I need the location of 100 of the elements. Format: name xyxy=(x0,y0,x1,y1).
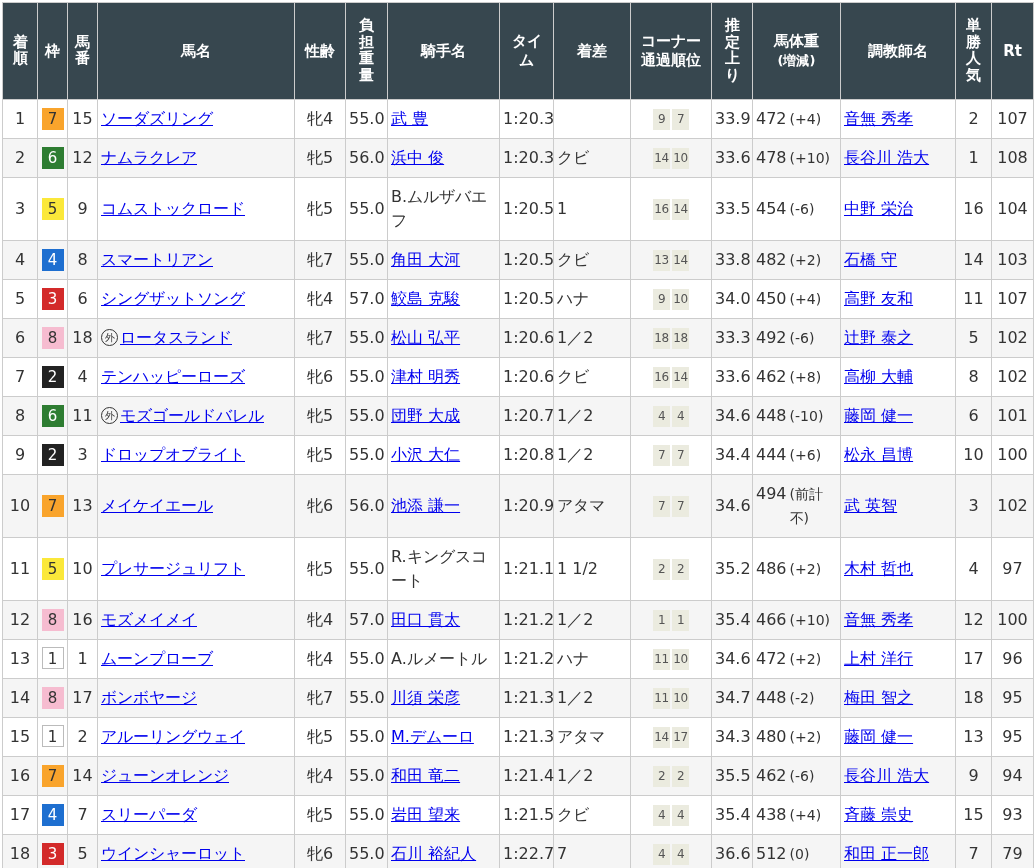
win-popularity: 17 xyxy=(955,639,992,679)
rating: 107 xyxy=(991,279,1034,319)
margin: ハナ xyxy=(553,639,631,679)
finish-position: 2 xyxy=(2,138,38,178)
corner-position: 7 xyxy=(653,444,670,466)
body-weight: 512 xyxy=(756,843,787,865)
margin: 1／2 xyxy=(553,435,631,475)
jockey-link[interactable]: 池添 謙一 xyxy=(391,496,461,515)
horse-number: 13 xyxy=(67,474,98,538)
finish-position: 17 xyxy=(2,795,38,835)
win-popularity: 12 xyxy=(955,600,992,640)
last-3f-time: 33.8 xyxy=(711,240,753,280)
column-header: 馬番 xyxy=(67,2,98,100)
margin: ハナ xyxy=(553,279,631,319)
frame-number-badge: 1 xyxy=(41,725,64,747)
finish-position: 3 xyxy=(2,177,38,241)
sex-age: 牝5 xyxy=(294,717,346,757)
body-weight: 450 xyxy=(756,288,787,310)
sex-age: 牝7 xyxy=(294,678,346,718)
corner-position: 14 xyxy=(653,147,670,169)
last-3f-time: 34.6 xyxy=(711,474,753,538)
weight-change: (-2) xyxy=(789,689,815,708)
body-weight: 454 xyxy=(756,198,787,220)
jockey-link[interactable]: 武 豊 xyxy=(391,109,429,128)
margin: 1／2 xyxy=(553,756,631,796)
finish-position: 1 xyxy=(2,99,38,139)
finish-time: 1:21.2 xyxy=(499,639,554,679)
horse-number: 8 xyxy=(67,240,98,280)
column-header: 騎手名 xyxy=(387,2,500,100)
win-popularity: 2 xyxy=(955,99,992,139)
jockey-name: B.ムルザバエフ xyxy=(391,187,488,230)
corner-position: 4 xyxy=(653,843,670,865)
margin: 1 xyxy=(553,177,631,241)
frame-number-badge: 7 xyxy=(41,765,64,787)
win-popularity: 4 xyxy=(955,537,992,601)
carried-weight: 55.0 xyxy=(345,537,388,601)
rating: 102 xyxy=(991,357,1034,397)
column-header: 馬名 xyxy=(97,2,295,100)
corner-position: 2 xyxy=(653,765,670,787)
sex-age: 牝5 xyxy=(294,795,346,835)
horse-number: 7 xyxy=(67,795,98,835)
corner-position: 16 xyxy=(653,366,670,388)
win-popularity: 3 xyxy=(955,474,992,538)
trainer-link[interactable]: 中野 栄治 xyxy=(844,199,914,218)
weight-change: (-6) xyxy=(789,767,815,786)
horse-name-link[interactable]: メイケイエール xyxy=(101,496,213,515)
weight-change: (+4) xyxy=(789,806,822,825)
horse-number: 2 xyxy=(67,717,98,757)
last-3f-time: 33.5 xyxy=(711,177,753,241)
last-3f-time: 35.4 xyxy=(711,795,753,835)
frame-number-badge: 8 xyxy=(41,609,64,631)
rating: 100 xyxy=(991,435,1034,475)
frame-number-badge: 7 xyxy=(41,495,64,517)
finish-position: 18 xyxy=(2,834,38,868)
rating: 100 xyxy=(991,600,1034,640)
win-popularity: 8 xyxy=(955,357,992,397)
rating: 96 xyxy=(991,639,1034,679)
finish-position: 10 xyxy=(2,474,38,538)
horse-name-link[interactable]: モズゴールドバレル xyxy=(120,406,264,425)
last-3f-time: 33.3 xyxy=(711,318,753,358)
body-weight: 486 xyxy=(756,558,787,580)
horse-number: 6 xyxy=(67,279,98,319)
win-popularity: 16 xyxy=(955,177,992,241)
carried-weight: 56.0 xyxy=(345,474,388,538)
corner-position: 14 xyxy=(672,366,689,388)
finish-position: 16 xyxy=(2,756,38,796)
body-weight: 438 xyxy=(756,804,787,826)
sex-age: 牝4 xyxy=(294,279,346,319)
carried-weight: 55.0 xyxy=(345,318,388,358)
trainer-link[interactable]: 木村 哲也 xyxy=(844,559,914,578)
horse-number: 14 xyxy=(67,756,98,796)
frame-number-badge: 7 xyxy=(41,108,64,130)
margin: 1／2 xyxy=(553,600,631,640)
sex-age: 牝6 xyxy=(294,474,346,538)
corner-position: 10 xyxy=(672,687,689,709)
sex-age: 牝5 xyxy=(294,138,346,178)
horse-number: 12 xyxy=(67,138,98,178)
last-3f-time: 34.7 xyxy=(711,678,753,718)
finish-time: 1:21.1 xyxy=(499,537,554,601)
trainer-link[interactable]: 武 英智 xyxy=(844,496,898,515)
body-weight: 472 xyxy=(756,648,787,670)
carried-weight: 55.0 xyxy=(345,756,388,796)
sex-age: 牝4 xyxy=(294,639,346,679)
finish-position: 12 xyxy=(2,600,38,640)
corner-position: 4 xyxy=(653,405,670,427)
margin: クビ xyxy=(553,240,631,280)
body-weight: 448 xyxy=(756,687,787,709)
last-3f-time: 34.4 xyxy=(711,435,753,475)
sex-age: 牝5 xyxy=(294,396,346,436)
rating: 108 xyxy=(991,138,1034,178)
margin: クビ xyxy=(553,795,631,835)
column-header: 性齢 xyxy=(294,2,346,100)
frame-number-badge: 4 xyxy=(41,249,64,271)
horse-name-link[interactable]: ロータスランド xyxy=(120,328,232,347)
corner-position: 1 xyxy=(653,609,670,631)
corner-position: 17 xyxy=(672,726,689,748)
sex-age: 牝5 xyxy=(294,177,346,241)
horse-number: 9 xyxy=(67,177,98,241)
body-weight: 462 xyxy=(756,765,787,787)
margin: 1／2 xyxy=(553,396,631,436)
